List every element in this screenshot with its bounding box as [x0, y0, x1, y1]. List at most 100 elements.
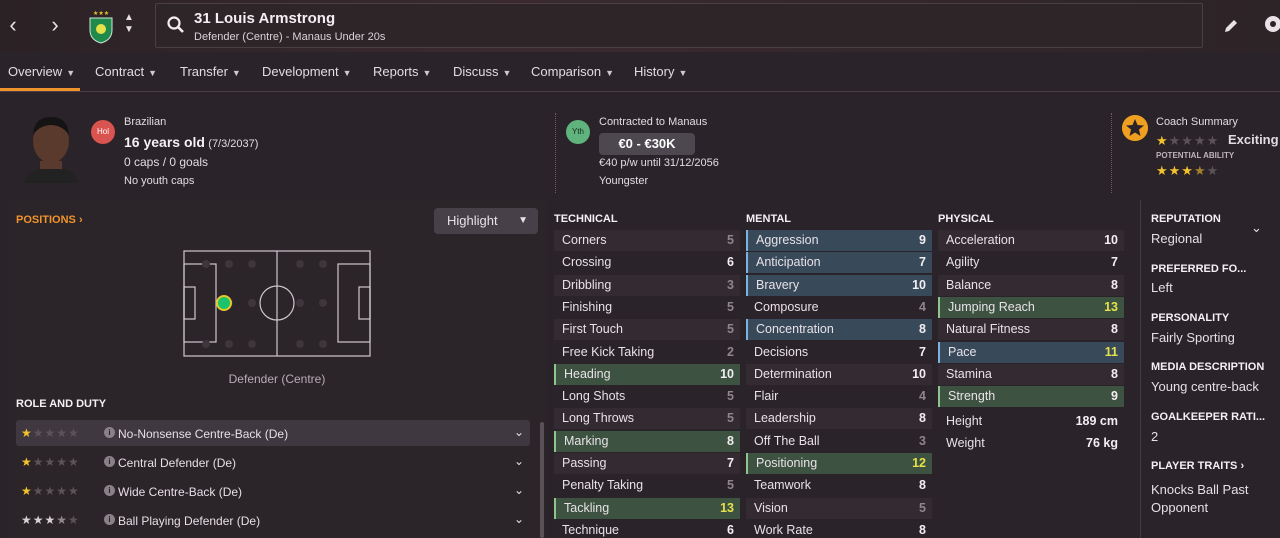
chevron-down-icon: ▼ [342, 68, 352, 78]
attribute-row[interactable]: Penalty Taking 5 [554, 475, 740, 496]
reputation-value: Regional [1151, 231, 1203, 246]
attribute-row[interactable]: Flair 4 [746, 386, 932, 407]
attribute-row[interactable]: Heading 10 [554, 363, 740, 385]
attribute-row[interactable]: Long Throws 5 [554, 408, 740, 430]
attribute-row[interactable]: Work Rate 8 [746, 520, 932, 538]
attribute-row[interactable]: Technique 6 [554, 520, 740, 538]
club-crest-icon[interactable]: ★★★ [88, 8, 114, 44]
position-caption: Defender (Centre) [228, 372, 326, 386]
attribute-row[interactable]: Agility 7 [938, 252, 1124, 273]
divider [555, 113, 556, 193]
date-of-birth: (7/3/2037) [208, 138, 259, 150]
attribute-value: 8 [919, 411, 926, 426]
chevron-down-icon: ▼ [66, 68, 76, 78]
positions-link[interactable]: POSITIONS › [16, 214, 83, 226]
tab-development[interactable]: Development ▼ [262, 64, 352, 79]
attribute-row[interactable]: Composure 4 [746, 297, 932, 318]
role-row[interactable]: ★★★★★ i Wide Centre-Back (De) ⌄ [16, 478, 530, 504]
attribute-row[interactable]: Off The Ball 3 [746, 431, 932, 452]
football-icon[interactable] [1264, 15, 1280, 33]
potential-ability-stars: ★★★★★ [1156, 163, 1220, 178]
role-row[interactable]: ★★★★★ i No-Nonsense Centre-Back (De) ⌄ [16, 420, 530, 446]
attribute-name: Strength [948, 389, 996, 404]
attribute-row[interactable]: Decisions 7 [746, 342, 932, 363]
player-search-box[interactable]: 31 Louis Armstrong Defender (Centre) - M… [155, 3, 1203, 48]
info-icon: i [104, 514, 115, 525]
attribute-value: 8 [919, 322, 926, 337]
role-row[interactable]: ★★★★★ i Central Defender (De) ⌄ [16, 449, 530, 475]
attribute-row[interactable]: Corners 5 [554, 230, 740, 251]
attribute-row[interactable]: Positioning 12 [746, 453, 932, 474]
attribute-name: Tackling [564, 500, 610, 515]
chevron-down-icon: ▼ [518, 215, 528, 226]
edit-pencil-icon[interactable] [1222, 17, 1240, 35]
attribute-name: Positioning [756, 456, 818, 470]
preferred-foot-value: Left [1151, 280, 1173, 295]
tab-discuss[interactable]: Discuss ▼ [453, 64, 511, 79]
tab-history[interactable]: History ▼ [634, 64, 687, 79]
player-traits-link[interactable]: PLAYER TRAITS › [1151, 460, 1244, 472]
search-icon[interactable] [166, 15, 186, 35]
attribute-name: Flair [754, 389, 779, 404]
age: 16 years old [124, 134, 205, 150]
attribute-row[interactable]: Strength 9 [938, 386, 1124, 408]
attribute-row[interactable]: Anticipation 7 [746, 252, 932, 274]
attribute-row[interactable]: Finishing 5 [554, 297, 740, 318]
coach-summary-value: Exciting [1228, 132, 1279, 147]
transfer-value[interactable]: €0 - €30K [599, 133, 695, 155]
contracted-to: Contracted to Manaus [599, 116, 708, 128]
attribute-row[interactable]: Bravery 10 [746, 274, 932, 296]
attribute-row[interactable]: Stamina 8 [938, 363, 1124, 385]
chevron-down-icon: ▼ [148, 68, 158, 78]
role-rating-stars: ★★★★★ [21, 426, 80, 440]
attribute-name: Finishing [562, 299, 613, 314]
tab-overview[interactable]: Overview ▼ [8, 64, 75, 79]
tab-comparison[interactable]: Comparison ▼ [531, 64, 614, 79]
attribute-row[interactable]: Pace 11 [938, 341, 1124, 363]
attribute-row[interactable]: Dribbling 3 [554, 274, 740, 296]
attribute-name: Corners [562, 233, 607, 247]
attribute-row[interactable]: Leadership 8 [746, 408, 932, 430]
tab-transfer[interactable]: Transfer ▼ [180, 64, 241, 79]
attribute-name: Aggression [756, 233, 819, 247]
attribute-row[interactable]: Long Shots 5 [554, 386, 740, 407]
tab-contract[interactable]: Contract ▼ [95, 64, 157, 79]
active-tab-indicator [0, 88, 80, 91]
attribute-row[interactable]: Teamwork 8 [746, 475, 932, 496]
attribute-value: 2 [727, 344, 734, 359]
attribute-row[interactable]: Crossing 6 [554, 252, 740, 273]
attribute-row[interactable]: Marking 8 [554, 430, 740, 452]
role-duty-title: ROLE AND DUTY [16, 398, 107, 410]
attribute-row[interactable]: Acceleration 10 [938, 230, 1124, 251]
attribute-row[interactable]: Jumping Reach 13 [938, 296, 1124, 318]
club-switcher-arrows[interactable]: ▲ ▼ [122, 12, 136, 36]
attribute-row[interactable]: Tackling 13 [554, 497, 740, 519]
coach-summary-label: Coach Summary [1156, 116, 1238, 128]
attribute-value: 8 [1111, 322, 1118, 337]
forward-arrow-icon[interactable]: › [45, 14, 65, 38]
player-face-avatar[interactable] [22, 111, 80, 183]
highlight-dropdown[interactable]: Highlight ▼ [434, 208, 538, 234]
positions-panel: POSITIONS › Highlight ▼ Defender (Centre… [8, 200, 546, 538]
player-trait: Knocks Ball Past [1151, 482, 1249, 497]
attribute-row[interactable]: Free Kick Taking 2 [554, 342, 740, 363]
back-arrow-icon[interactable]: ‹ [3, 14, 23, 38]
attribute-name: Natural Fitness [946, 322, 1031, 337]
current-ability-stars: ★★★★★ [1156, 133, 1220, 148]
attribute-row[interactable]: Vision 5 [746, 497, 932, 519]
roles-scrollbar[interactable] [540, 422, 544, 538]
attribute-row[interactable]: Passing 7 [554, 453, 740, 474]
attribute-row[interactable]: Determination 10 [746, 363, 932, 385]
attribute-value: 13 [720, 500, 734, 515]
attribute-row[interactable]: Balance 8 [938, 274, 1124, 296]
attribute-row[interactable]: First Touch 5 [554, 319, 740, 341]
attribute-row[interactable]: Concentration 8 [746, 319, 932, 341]
role-rating-stars: ★★★★★ [21, 513, 80, 527]
tab-reports[interactable]: Reports ▼ [373, 64, 431, 79]
attribute-name: Dribbling [562, 277, 612, 292]
chevron-down-icon: ▼ [605, 68, 615, 78]
attribute-row[interactable]: Natural Fitness 8 [938, 319, 1124, 341]
attribute-row[interactable]: Aggression 9 [746, 230, 932, 251]
role-row[interactable]: ★★★★★ i Ball Playing Defender (De) ⌄ [16, 507, 530, 533]
chevron-down-icon[interactable]: ⌄ [1251, 220, 1262, 236]
